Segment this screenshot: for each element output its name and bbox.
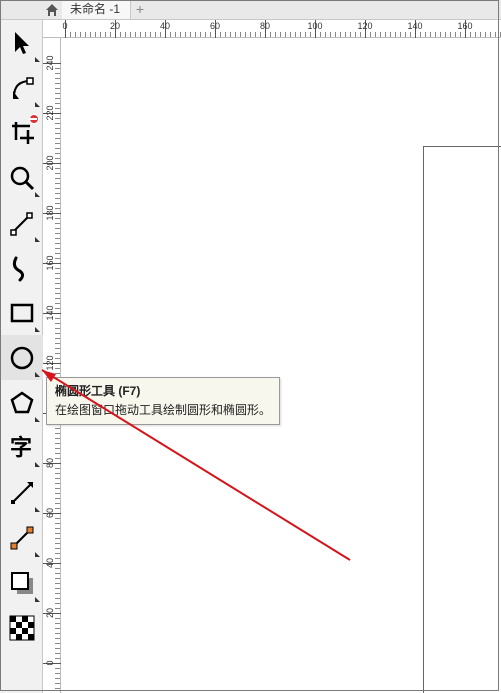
tooltip-title: 椭圆形工具 (F7) (55, 382, 271, 399)
zoom-tool[interactable] (0, 155, 43, 200)
app-root: 未命名 -1 + (0, 0, 501, 693)
tool-tooltip: 椭圆形工具 (F7) 在绘图窗口拖动工具绘制圆形和椭圆形。 (46, 377, 280, 425)
connector-icon (9, 525, 35, 551)
zoom-icon (9, 165, 35, 191)
svg-text:字: 字 (10, 435, 32, 460)
horizontal-ruler[interactable]: 020406080100120140160 (43, 20, 501, 38)
pick-tool[interactable] (0, 20, 43, 65)
rectangle-tool[interactable] (0, 290, 43, 335)
drawing-canvas[interactable] (61, 38, 501, 693)
dimension-tool[interactable] (0, 470, 43, 515)
document-tab[interactable]: 未命名 -1 (62, 0, 131, 19)
shape-icon (10, 75, 34, 101)
freehand-icon (9, 210, 35, 236)
page-boundary (423, 146, 501, 693)
dropshadow-icon (9, 570, 35, 596)
freehand-tool[interactable] (0, 200, 43, 245)
crop-tool[interactable] (0, 110, 43, 155)
home-icon (45, 3, 59, 17)
rectangle-icon (9, 301, 35, 325)
tooltip-body: 在绘图窗口拖动工具绘制圆形和椭圆形。 (55, 401, 271, 418)
crop-icon (10, 120, 34, 146)
toolbox: 字 (0, 20, 43, 693)
shape-tool[interactable] (0, 65, 43, 110)
ellipse-tool[interactable] (0, 335, 43, 380)
text-icon: 字 (8, 435, 36, 461)
pick-icon (11, 30, 33, 56)
polygon-icon (9, 390, 35, 416)
document-tab-label: 未命名 -1 (70, 2, 120, 16)
drop-shadow-tool[interactable] (0, 560, 43, 605)
ellipse-icon (9, 345, 35, 371)
polygon-tool[interactable] (0, 380, 43, 425)
artistic-media-tool[interactable] (0, 245, 43, 290)
transparency-tool[interactable] (0, 605, 43, 650)
tab-bar: 未命名 -1 + (0, 0, 501, 20)
dimension-icon (9, 480, 35, 506)
home-button[interactable] (43, 1, 61, 19)
artistic-icon (10, 254, 34, 282)
transparency-icon (9, 615, 35, 641)
vertical-ruler[interactable]: 240220200180160140120100806040200 (43, 38, 61, 693)
new-tab-button[interactable]: + (130, 0, 150, 19)
text-tool[interactable]: 字 (0, 425, 43, 470)
plus-icon: + (136, 1, 144, 17)
connector-tool[interactable] (0, 515, 43, 560)
